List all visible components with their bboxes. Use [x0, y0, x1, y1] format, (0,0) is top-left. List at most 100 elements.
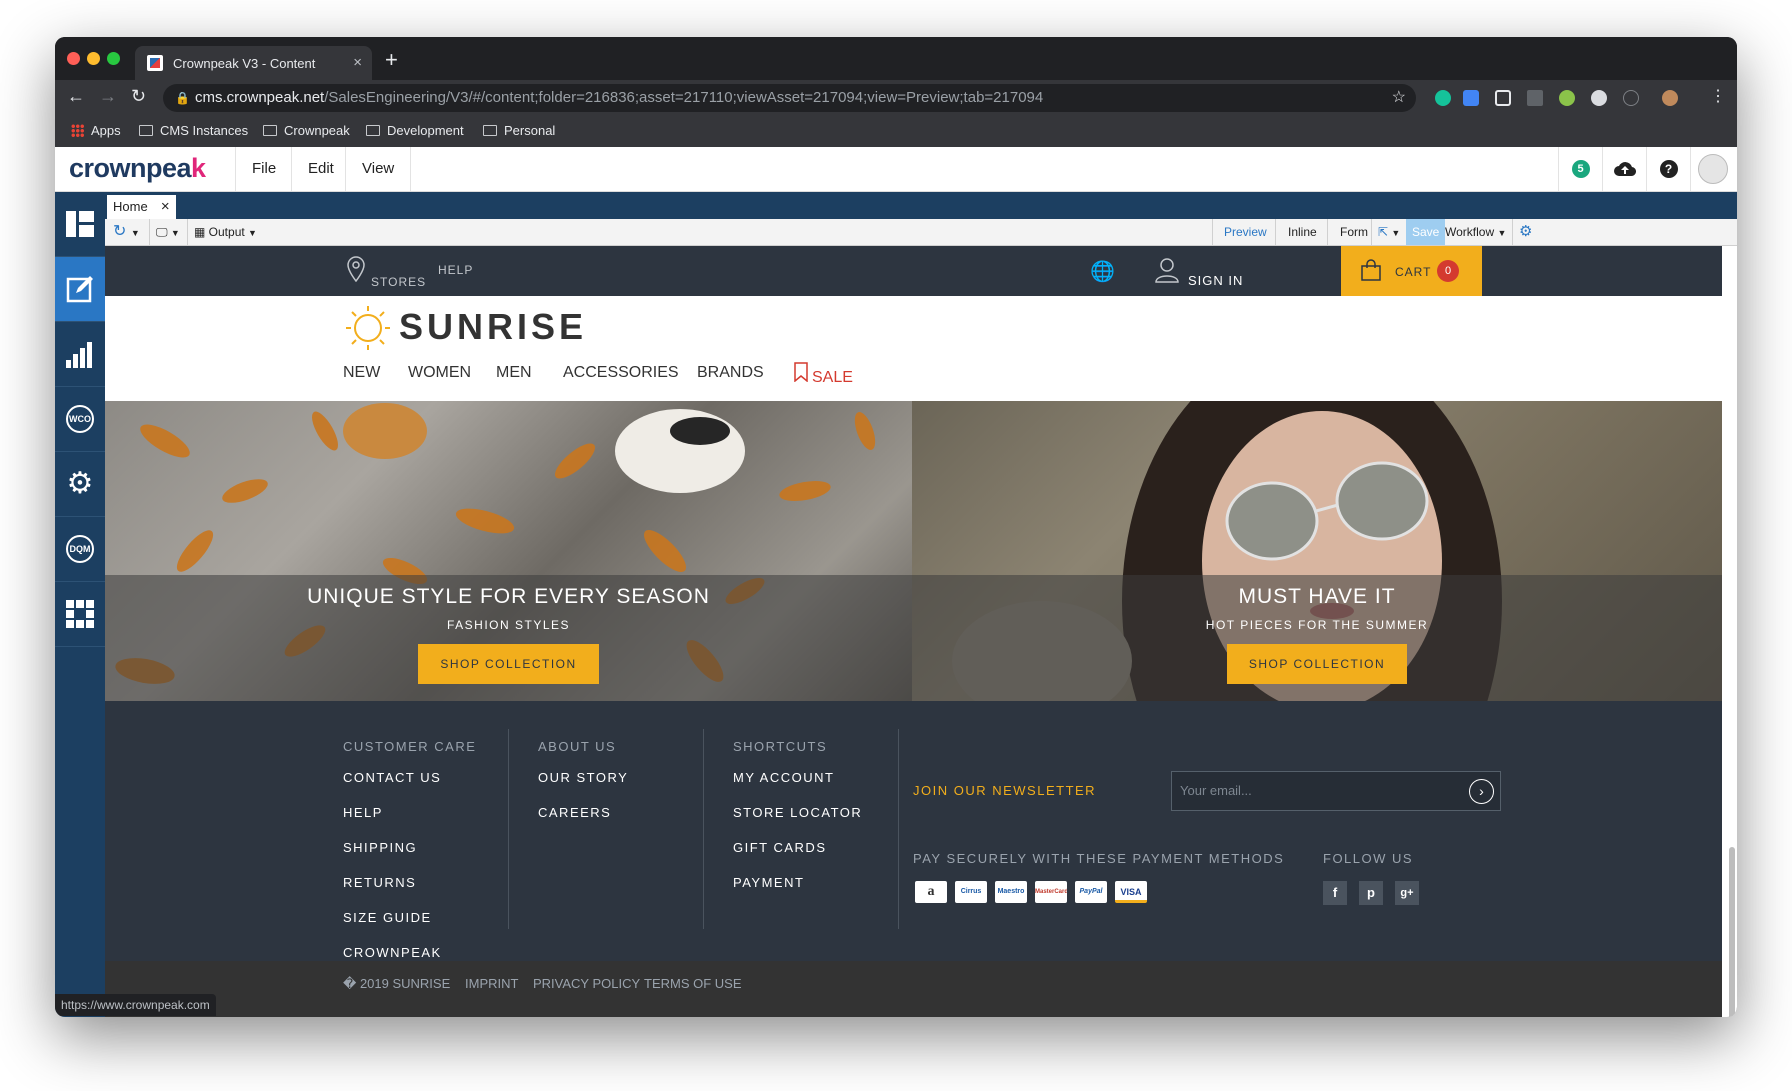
hero-banner-left: UNIQUE STYLE FOR EVERY SEASON FASHION ST…: [105, 401, 912, 701]
profile-avatar-icon[interactable]: [1662, 90, 1678, 106]
menu-file[interactable]: File: [235, 147, 292, 191]
google-plus-icon[interactable]: g+: [1395, 881, 1419, 905]
workflow-label: Workflow: [1445, 225, 1495, 239]
nav-sale[interactable]: SALE: [812, 369, 853, 387]
imprint-link[interactable]: IMPRINT: [465, 976, 518, 991]
bookmark-label: Apps: [91, 123, 121, 138]
user-avatar[interactable]: [1690, 147, 1734, 191]
footer-link[interactable]: CONTACT US: [343, 770, 476, 785]
bookmark-tag-icon: [794, 362, 808, 382]
cart-button[interactable]: CART 0: [1341, 246, 1482, 296]
info-extension-icon[interactable]: [1623, 90, 1639, 106]
pocket-extension-icon[interactable]: [1495, 90, 1511, 106]
nav-women[interactable]: WOMEN: [408, 364, 471, 382]
reload-icon[interactable]: ↻: [131, 86, 146, 107]
tab-home[interactable]: Home ×: [107, 195, 176, 219]
bookmark-crownpeak[interactable]: Crownpeak: [263, 123, 350, 138]
translate-extension-icon[interactable]: [1463, 90, 1479, 106]
open-external-icon[interactable]: ⇱ ▼: [1371, 219, 1406, 245]
footer-divider: [898, 729, 899, 929]
globe-icon[interactable]: 🌐: [1090, 259, 1116, 284]
pinterest-icon[interactable]: p: [1359, 881, 1383, 905]
grammarly-extension-icon[interactable]: [1435, 90, 1451, 106]
footer-link[interactable]: SHIPPING: [343, 840, 476, 855]
minimize-window-button[interactable]: [87, 52, 100, 65]
output-dropdown[interactable]: ▦ Output ▼: [187, 219, 257, 245]
stores-link[interactable]: STORES: [371, 275, 426, 289]
dqm-icon[interactable]: DQM: [55, 517, 105, 582]
cloud-upload-icon[interactable]: [1602, 147, 1646, 191]
nav-accessories[interactable]: ACCESSORIES: [563, 364, 679, 382]
dashboard-icon[interactable]: [55, 192, 105, 257]
sign-in-link[interactable]: SIGN IN: [1188, 273, 1243, 288]
fio-extension-icon[interactable]: [1527, 90, 1543, 106]
notifications-button[interactable]: 5: [1558, 147, 1602, 191]
forward-icon[interactable]: →: [99, 86, 117, 107]
browser-tab[interactable]: Crownpeak V3 - Content ×: [135, 46, 372, 80]
newsletter-email-input[interactable]: Your email... ›: [1171, 771, 1501, 811]
maximize-window-button[interactable]: [107, 52, 120, 65]
footer-link[interactable]: CAREERS: [538, 805, 628, 820]
cart-label: CART: [1395, 265, 1432, 279]
back-icon[interactable]: ←: [67, 86, 85, 107]
green-extension-icon[interactable]: [1559, 90, 1575, 106]
maestro-icon: Maestro: [995, 881, 1027, 903]
help-link[interactable]: HELP: [438, 263, 473, 277]
refresh-icon[interactable]: ↻ ▼: [113, 219, 140, 245]
apps-icon[interactable]: [55, 582, 105, 647]
footer-link[interactable]: OUR STORY: [538, 770, 628, 785]
document-tabs: Home ×: [105, 192, 1737, 219]
content-edit-icon[interactable]: [55, 257, 105, 322]
footer-heading: ABOUT US: [538, 739, 617, 754]
close-window-button[interactable]: [67, 52, 80, 65]
wco-icon[interactable]: WCO: [55, 387, 105, 452]
shop-collection-button[interactable]: SHOP COLLECTION: [418, 644, 599, 684]
privacy-policy-link[interactable]: PRIVACY POLICY: [533, 976, 640, 991]
footer-link[interactable]: RETURNS: [343, 875, 476, 890]
menu-edit[interactable]: Edit: [291, 147, 350, 191]
nav-new[interactable]: NEW: [343, 364, 380, 382]
bookmark-cms-instances[interactable]: CMS Instances: [139, 123, 248, 138]
payment-methods-label: PAY SECURELY WITH THESE PAYMENT METHODS: [913, 851, 1285, 866]
shop-collection-button[interactable]: SHOP COLLECTION: [1226, 644, 1408, 684]
close-tab-icon[interactable]: ×: [161, 195, 170, 219]
browser-menu-icon[interactable]: ⋮: [1710, 86, 1726, 106]
facebook-icon[interactable]: f: [1323, 881, 1347, 905]
device-icon[interactable]: 🖵 ▼: [149, 219, 180, 245]
address-bar[interactable]: 🔒 cms.crownpeak.net/SalesEngineering/V3/…: [163, 84, 1416, 112]
bookmark-star-icon[interactable]: ☆: [1392, 84, 1406, 112]
workflow-dropdown[interactable]: Workflow ▼: [1445, 219, 1506, 245]
analytics-icon[interactable]: [55, 322, 105, 387]
footer-link[interactable]: SIZE GUIDE: [343, 910, 476, 925]
nav-brands[interactable]: BRANDS: [697, 364, 764, 382]
help-icon[interactable]: ?: [1646, 147, 1690, 191]
settings-gear-icon[interactable]: ⚙: [55, 452, 105, 517]
nav-men[interactable]: MEN: [496, 364, 532, 382]
footer-link[interactable]: PAYMENT: [733, 875, 862, 890]
folder-icon: [139, 125, 153, 136]
payment-methods: a Cirrus Maestro MasterCard PayPal VISA: [915, 881, 1147, 903]
footer-link[interactable]: MY ACCOUNT: [733, 770, 862, 785]
save-button[interactable]: Save: [1406, 219, 1446, 245]
terms-of-use-link[interactable]: TERMS OF USE: [644, 976, 742, 991]
view-mode-preview[interactable]: Preview: [1212, 219, 1278, 245]
preview-settings-gear-icon[interactable]: ⚙: [1512, 219, 1532, 245]
new-tab-button[interactable]: +: [385, 47, 398, 73]
bookmark-apps[interactable]: Apps: [71, 123, 121, 138]
footer-link[interactable]: HELP: [343, 805, 476, 820]
apps-grid-icon: [71, 124, 84, 137]
page-scrollbar[interactable]: [1729, 847, 1735, 1017]
menu-view[interactable]: View: [345, 147, 412, 191]
crownpeak-logo[interactable]: crownpeak: [69, 153, 206, 184]
close-tab-icon[interactable]: ×: [353, 54, 362, 71]
newsletter-submit-icon[interactable]: ›: [1469, 779, 1494, 804]
view-mode-inline[interactable]: Inline: [1275, 219, 1329, 245]
footer-link[interactable]: STORE LOCATOR: [733, 805, 862, 820]
footer-link[interactable]: CROWNPEAK: [343, 945, 476, 960]
footer-link[interactable]: GIFT CARDS: [733, 840, 862, 855]
newsletter-placeholder: Your email...: [1180, 783, 1252, 798]
site-brand[interactable]: SUNRISE: [399, 306, 587, 348]
bookmark-personal[interactable]: Personal: [483, 123, 555, 138]
bookmark-development[interactable]: Development: [366, 123, 464, 138]
grey-extension-icon[interactable]: [1591, 90, 1607, 106]
